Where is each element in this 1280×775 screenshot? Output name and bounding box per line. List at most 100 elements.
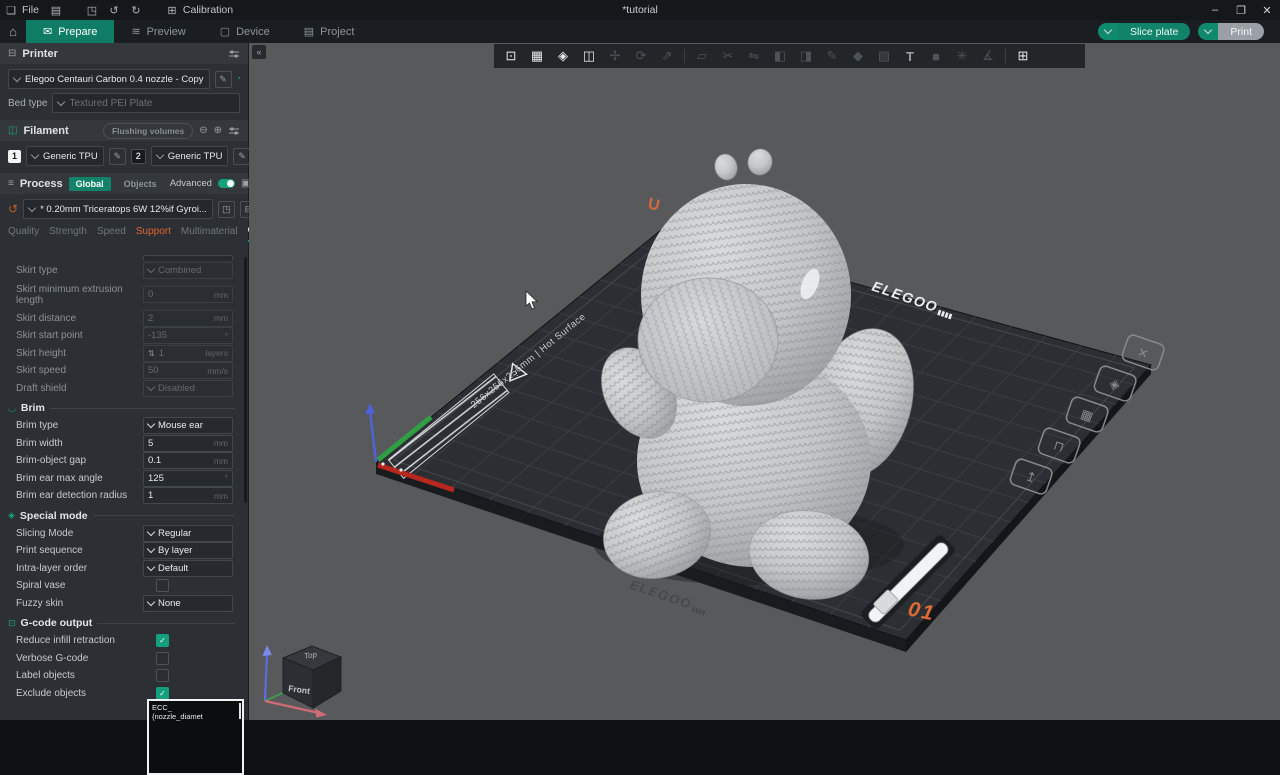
navigation-cube[interactable]: Top Front xyxy=(263,645,342,718)
home-icon[interactable]: ⌂ xyxy=(0,24,26,39)
model-knitted-triceratops[interactable] xyxy=(586,147,930,607)
process-preset-value: * 0.20mm Triceratops 6W 12%if Gyroi... xyxy=(40,204,207,215)
filament-1-select[interactable]: Generic TPU xyxy=(26,146,104,166)
chevron-down-icon xyxy=(147,598,155,606)
calibration-icon[interactable]: ⊞ xyxy=(161,4,183,17)
scene-canvas[interactable]: ! 256x256x256mm | Hot Surface ELEGOO ▮▮▮… xyxy=(249,43,1280,720)
add-filament-icon[interactable]: ⊕ xyxy=(214,125,222,136)
3d-viewport[interactable]: « ⊡▦◈◫✢⟳⇗▱✂⇋◧◨✎◆▨T■✳∡⊞ xyxy=(249,43,1280,720)
edit-printer-icon[interactable]: ✎ xyxy=(215,71,232,88)
filament-icon: ◫ xyxy=(8,125,17,136)
brim-ear-max-angle-input[interactable]: 125° xyxy=(143,470,233,487)
file-icon[interactable]: ❏ xyxy=(0,4,22,17)
tab-preview[interactable]: ≋Preview xyxy=(114,20,202,43)
process-tab-strength[interactable]: Strength xyxy=(49,226,87,241)
skirt-start-point-input[interactable]: -135° xyxy=(143,327,233,344)
chevron-down-icon xyxy=(147,545,155,553)
tab-project[interactable]: ▤Project xyxy=(287,20,372,43)
tab-device[interactable]: ▢Device xyxy=(203,20,287,43)
setting-unit: mm/s xyxy=(207,366,228,376)
printer-preset-select[interactable]: Elegoo Centauri Carbon 0.4 nozzle - Copy xyxy=(8,69,210,89)
print-sequence-select[interactable]: By layer xyxy=(143,542,233,559)
brim-ear-detection-radius-input[interactable]: 1mm xyxy=(143,487,233,504)
process-preset-select[interactable]: * 0.20mm Triceratops 6W 12%if Gyroi... xyxy=(23,199,213,219)
print-dropdown-icon[interactable] xyxy=(1198,23,1218,40)
brim-width-input[interactable]: 5mm xyxy=(143,435,233,452)
verbose-g-code-checkbox[interactable] xyxy=(156,652,169,665)
z-axis xyxy=(370,411,376,462)
setting-label: Brim width xyxy=(16,438,143,449)
save-icon[interactable]: ◳ xyxy=(81,4,103,17)
mouse-cursor xyxy=(526,291,537,309)
calibration-menu[interactable]: Calibration xyxy=(183,4,233,16)
print-button[interactable]: Print xyxy=(1198,23,1264,40)
setting-value: Combined xyxy=(158,265,201,276)
global-segment[interactable]: Global xyxy=(69,177,111,191)
slice-dropdown-icon[interactable] xyxy=(1098,23,1118,40)
plate-logo-bars-front: ▮▮▮▮ xyxy=(690,606,706,617)
brim-type-select[interactable]: Mouse ear xyxy=(143,417,233,434)
redo-icon[interactable]: ↻ xyxy=(125,4,147,17)
device-tab-icon: ▢ xyxy=(220,25,230,38)
reset-preset-icon[interactable]: ↺ xyxy=(8,202,18,216)
advanced-toggle[interactable] xyxy=(218,179,235,188)
spiral-vase-checkbox[interactable] xyxy=(156,579,169,592)
wifi-icon[interactable] xyxy=(237,74,241,85)
exclude-objects-checkbox[interactable]: ✓ xyxy=(156,687,169,700)
skirt-height-input[interactable]: ⇅1layers xyxy=(143,345,233,362)
remove-filament-icon[interactable]: ⊖ xyxy=(199,125,207,136)
reduce-infill-retraction-checkbox[interactable]: ✓ xyxy=(156,634,169,647)
fuzzy-skin-select[interactable]: None xyxy=(143,595,233,612)
skirt-speed-input[interactable]: 50mm/s xyxy=(143,362,233,379)
setting-row-reduce-infill-retraction: Reduce infill retraction✓ xyxy=(0,632,243,650)
bed-type-value: Textured PEI Plate xyxy=(69,98,152,109)
close-button[interactable]: ✕ xyxy=(1254,4,1280,17)
brim-object-gap-input[interactable]: 0.1mm xyxy=(143,452,233,469)
filament-2-select[interactable]: Generic TPU xyxy=(151,146,229,166)
minimize-button[interactable]: – xyxy=(1202,4,1228,16)
undo-icon[interactable]: ↺ xyxy=(103,4,125,17)
process-tab-support[interactable]: Support xyxy=(136,226,171,241)
filename-scrollbar[interactable] xyxy=(239,703,241,719)
maximize-button[interactable]: ❐ xyxy=(1228,4,1254,17)
setting-value: -135 xyxy=(148,330,167,341)
setting-label: Brim-object gap xyxy=(16,455,143,466)
label-objects-checkbox[interactable] xyxy=(156,669,169,682)
file-menu[interactable]: File xyxy=(22,4,39,16)
section-header-special-mode: ◈Special mode xyxy=(0,507,243,525)
setting-row-print-sequence: Print sequenceBy layer xyxy=(0,542,243,560)
notes-icon[interactable]: ▤ xyxy=(45,4,67,17)
section-header-brim: ◡Brim xyxy=(0,399,243,417)
save-preset-icon[interactable]: ◳ xyxy=(218,201,235,218)
horns xyxy=(712,147,774,183)
skirt-type-select[interactable]: Combined xyxy=(143,262,233,279)
process-tab-speed[interactable]: Speed xyxy=(97,226,126,241)
setting-row-brim-ear-detection-radius: Brim ear detection radius1mm xyxy=(0,487,243,505)
stepper-icon: ⇅ xyxy=(148,349,155,358)
process-tab-quality[interactable]: Quality xyxy=(8,226,39,241)
setting-unit: mm xyxy=(214,456,228,466)
brim-icon: ◡ xyxy=(8,403,16,414)
setting-label: Draft shield xyxy=(16,383,143,394)
setting-value: 1 xyxy=(159,348,164,359)
tab-prepare[interactable]: ✉Prepare xyxy=(26,20,114,43)
process-tab-multimaterial[interactable]: Multimaterial xyxy=(181,226,238,241)
draft-shield-select[interactable]: Disabled xyxy=(143,380,233,397)
filament-section-title: Filament xyxy=(23,125,68,137)
filename-format-field[interactable]: ECC_ {nozzle_diamet xyxy=(147,699,244,775)
setting-unit: mm xyxy=(214,491,228,501)
tune-icon[interactable] xyxy=(228,49,240,59)
sidebar-scrollbar[interactable] xyxy=(244,257,247,503)
tune-icon[interactable] xyxy=(228,126,240,136)
bed-type-select[interactable]: Textured PEI Plate xyxy=(52,93,240,113)
slicing-mode-select[interactable]: Regular xyxy=(143,525,233,542)
skirt-distance-input[interactable]: 2mm xyxy=(143,310,233,327)
skirt-minimum-extrusion-length-input[interactable]: 0mm xyxy=(143,286,233,303)
edit-filament-1-icon[interactable]: ✎ xyxy=(109,148,126,165)
intra-layer-order-select[interactable]: Default xyxy=(143,560,233,577)
edit-filament-2-icon[interactable]: ✎ xyxy=(233,148,250,165)
objects-segment[interactable]: Objects xyxy=(117,177,164,191)
setting-label: Intra-layer order xyxy=(16,563,143,574)
flushing-volumes-button[interactable]: Flushing volumes xyxy=(103,123,193,139)
slice-plate-button[interactable]: Slice plate xyxy=(1098,23,1190,40)
